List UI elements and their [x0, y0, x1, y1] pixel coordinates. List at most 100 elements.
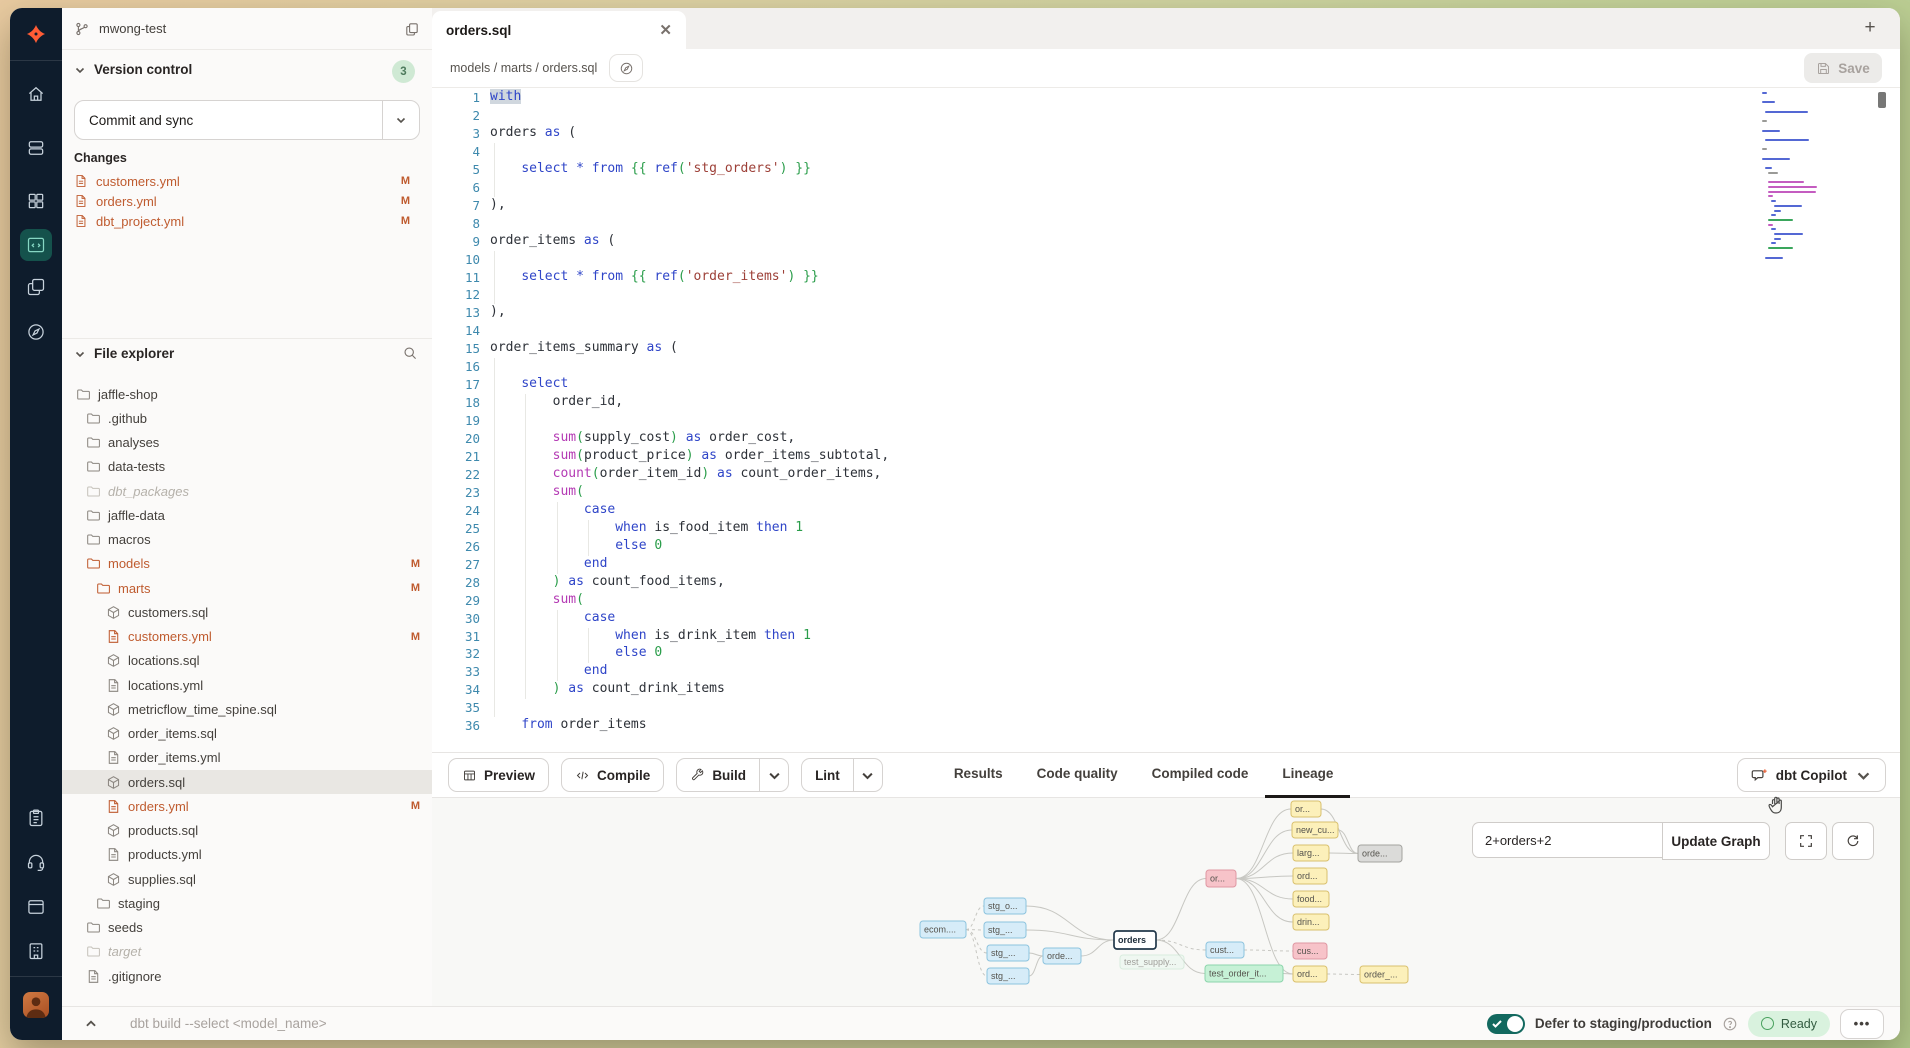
- expand-chevron-icon[interactable]: [84, 1017, 98, 1031]
- tree-item-order_items.sql[interactable]: order_items.sql: [62, 722, 432, 746]
- new-tab-button[interactable]: +: [1856, 14, 1884, 42]
- lineage-selector-input[interactable]: [1472, 822, 1662, 858]
- tree-item-macros[interactable]: macros: [62, 528, 432, 552]
- tree-item-locations.sql[interactable]: locations.sql: [62, 649, 432, 673]
- tree-item-products.yml[interactable]: products.yml: [62, 843, 432, 867]
- deploy-stack-icon[interactable]: [20, 132, 52, 164]
- docs-compass-button[interactable]: [609, 54, 643, 82]
- browser-window-icon[interactable]: [20, 891, 52, 923]
- save-button[interactable]: Save: [1804, 53, 1882, 83]
- tree-item-metricflow_time_spine.sql[interactable]: metricflow_time_spine.sql: [62, 697, 432, 721]
- command-input[interactable]: dbt build --select <model_name>: [130, 1016, 327, 1031]
- tree-item-order_items.yml[interactable]: order_items.yml: [62, 746, 432, 770]
- lineage-node-y4[interactable]: ord...: [1293, 868, 1327, 884]
- tab-lineage[interactable]: Lineage: [1265, 752, 1350, 798]
- tab-orders-sql[interactable]: orders.sql ✕: [432, 11, 686, 49]
- search-icon[interactable]: [402, 345, 418, 361]
- organization-icon[interactable]: [20, 935, 52, 967]
- update-graph-button[interactable]: Update Graph: [1662, 822, 1770, 860]
- dbt-copilot-button[interactable]: dbt Copilot: [1737, 758, 1886, 792]
- tree-item-customers.sql[interactable]: customers.sql: [62, 600, 432, 624]
- branch-name[interactable]: mwong-test: [99, 21, 166, 36]
- lineage-node-stg2[interactable]: stg_...: [984, 922, 1026, 938]
- build-dropdown-chevron[interactable]: [760, 759, 788, 791]
- tree-item-orders.yml[interactable]: orders.ymlM: [62, 794, 432, 818]
- lineage-node-grayorde[interactable]: orde...: [1358, 845, 1402, 862]
- lineage-node-ecom[interactable]: ecom....: [920, 921, 966, 938]
- lineage-node-stg3[interactable]: stg_...: [987, 945, 1029, 961]
- scrollbar-thumb[interactable]: [1878, 92, 1886, 108]
- lineage-node-orpink[interactable]: or...: [1206, 870, 1236, 887]
- code-editor[interactable]: 1234567891011121314151617181920212223242…: [432, 88, 1900, 752]
- changed-file-dbt_project.yml[interactable]: dbt_project.ymlM: [74, 211, 418, 231]
- tab-results[interactable]: Results: [937, 752, 1020, 798]
- lineage-node-y1[interactable]: or...: [1291, 801, 1321, 817]
- user-avatar[interactable]: [23, 992, 49, 1018]
- tree-item-seeds[interactable]: seeds: [62, 916, 432, 940]
- help-icon[interactable]: [1722, 1016, 1738, 1032]
- model-cube-icon: [106, 702, 121, 717]
- lineage-node-orders[interactable]: orders: [1114, 931, 1156, 949]
- lineage-node-stg4[interactable]: stg_...: [987, 968, 1029, 984]
- status-badge[interactable]: Ready: [1748, 1011, 1830, 1037]
- defer-toggle[interactable]: [1487, 1014, 1525, 1034]
- tree-item-orders.sql[interactable]: orders.sql: [62, 770, 432, 794]
- tree-item-target[interactable]: target: [62, 940, 432, 964]
- support-headset-icon[interactable]: [20, 846, 52, 878]
- tree-item-products.sql[interactable]: products.sql: [62, 819, 432, 843]
- lineage-node-y6[interactable]: drin...: [1293, 914, 1329, 930]
- changed-file-customers.yml[interactable]: customers.ymlM: [74, 171, 418, 191]
- home-icon[interactable]: [20, 78, 52, 110]
- tree-item-.gitignore[interactable]: .gitignore: [62, 964, 432, 988]
- lineage-node-testsupply[interactable]: test_supply...: [1120, 955, 1184, 969]
- tree-item-analyses[interactable]: analyses: [62, 431, 432, 455]
- close-icon[interactable]: ✕: [659, 21, 672, 39]
- commit-and-sync-button[interactable]: Commit and sync: [74, 100, 420, 140]
- tab-code-quality[interactable]: Code quality: [1020, 752, 1135, 798]
- copy-branch-icon[interactable]: [404, 21, 420, 37]
- lineage-node-y8[interactable]: ord...: [1293, 966, 1327, 982]
- more-options-button[interactable]: •••: [1840, 1009, 1884, 1039]
- build-button-group[interactable]: Build: [676, 758, 789, 792]
- docs-compass-icon[interactable]: [20, 316, 52, 348]
- svg-text:larg...: larg...: [1297, 848, 1320, 858]
- tree-item-models[interactable]: modelsM: [62, 552, 432, 576]
- fullscreen-button[interactable]: [1785, 822, 1827, 860]
- lineage-node-y2[interactable]: new_cu...: [1292, 822, 1338, 838]
- tree-item-locations.yml[interactable]: locations.yml: [62, 673, 432, 697]
- lineage-node-stg1[interactable]: stg_o...: [984, 898, 1026, 914]
- lineage-node-orderlast[interactable]: order_...: [1360, 966, 1408, 983]
- lineage-node-y3[interactable]: larg...: [1293, 845, 1329, 861]
- tree-item-marts[interactable]: martsM: [62, 576, 432, 600]
- commit-dropdown-chevron[interactable]: [383, 101, 419, 139]
- lineage-node-y5[interactable]: food...: [1293, 891, 1329, 907]
- clipboard-icon[interactable]: [20, 802, 52, 834]
- tree-item-customers.yml[interactable]: customers.ymlM: [62, 625, 432, 649]
- minimap[interactable]: [1762, 92, 1862, 356]
- lint-dropdown-chevron[interactable]: [854, 759, 882, 791]
- preview-button[interactable]: Preview: [448, 758, 549, 792]
- version-control-header[interactable]: Version control: [74, 62, 192, 77]
- tree-item-data-tests[interactable]: data-tests: [62, 455, 432, 479]
- tree-item-jaffle-shop[interactable]: jaffle-shop: [62, 382, 432, 406]
- tree-item-supplies.sql[interactable]: supplies.sql: [62, 867, 432, 891]
- develop-ide-icon[interactable]: [20, 229, 52, 261]
- file-explorer-header[interactable]: File explorer: [74, 346, 174, 361]
- apps-grid-icon[interactable]: [20, 185, 52, 217]
- line-number: 9: [432, 233, 480, 251]
- lineage-node-testorder[interactable]: test_order_it...: [1205, 965, 1283, 982]
- compile-button[interactable]: Compile: [561, 758, 664, 792]
- refresh-button[interactable]: [1832, 822, 1874, 860]
- tab-compiled-code[interactable]: Compiled code: [1135, 752, 1266, 798]
- tree-item-staging[interactable]: staging: [62, 891, 432, 915]
- windows-copy-icon[interactable]: [20, 271, 52, 303]
- changed-file-orders.yml[interactable]: orders.ymlM: [74, 191, 418, 211]
- lineage-node-cuspink[interactable]: cus...: [1293, 943, 1327, 959]
- lineage-node-cust[interactable]: cust...: [1206, 942, 1244, 958]
- dbt-logo[interactable]: [20, 18, 52, 50]
- tree-item-jaffle-data[interactable]: jaffle-data: [62, 503, 432, 527]
- lineage-node-ordeitems[interactable]: orde...: [1043, 948, 1081, 964]
- tree-item-dbt_packages[interactable]: dbt_packages: [62, 479, 432, 503]
- tree-item-.github[interactable]: .github: [62, 406, 432, 430]
- lint-button-group[interactable]: Lint: [801, 758, 883, 792]
